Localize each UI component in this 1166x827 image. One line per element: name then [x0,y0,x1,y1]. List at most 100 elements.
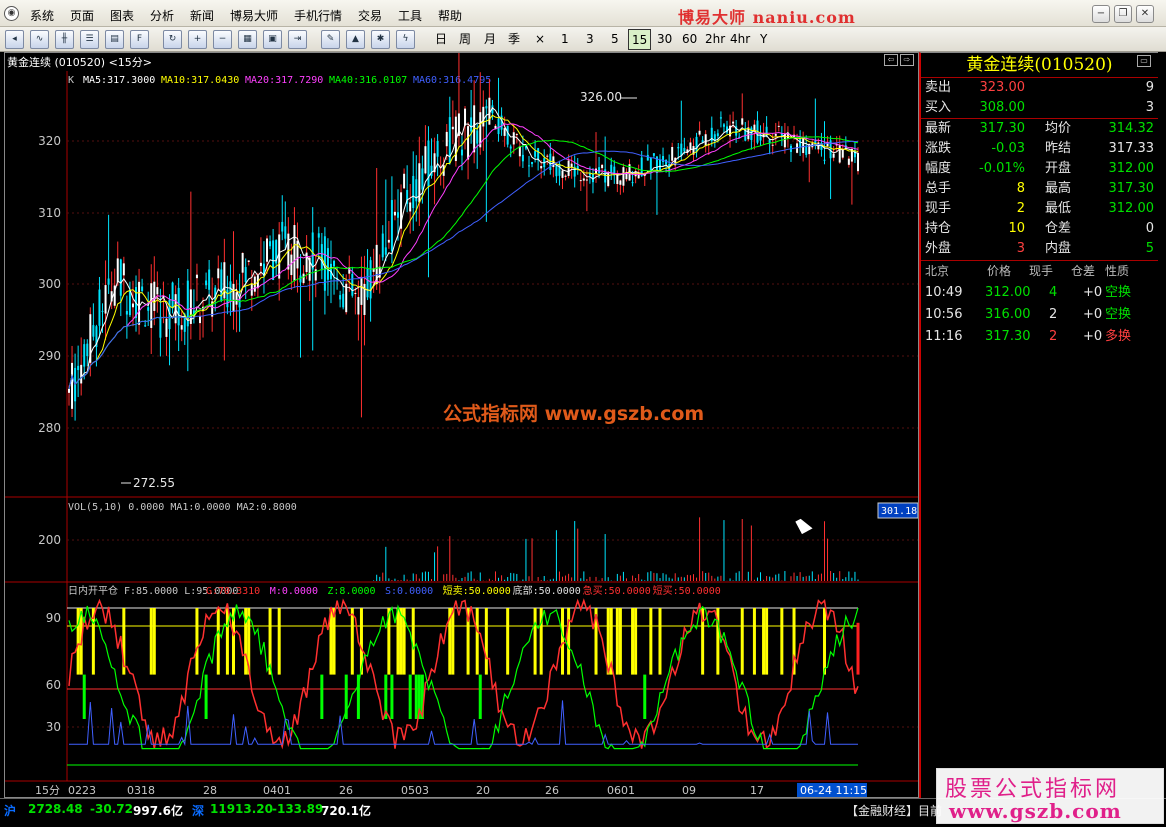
quote-list-icon[interactable]: ☰ [80,30,99,49]
draw-line-icon[interactable]: ✎ [321,30,340,49]
candle-body [567,160,570,176]
menu-bar: ◉ 系统 页面 图表 分析 新闻 博易大师 手机行情 交易 工具 帮助 博易大师… [0,0,1166,27]
minimize-icon[interactable]: − [1092,5,1110,23]
menu-news[interactable]: 新闻 [190,7,214,24]
candle-body [281,221,284,232]
indicator-icon[interactable]: ▦ [238,30,257,49]
news-ticker[interactable]: 【金融财经】目前 [846,802,942,819]
quote-value: 312.00 [1108,201,1155,216]
line-chart-icon[interactable]: ∿ [30,30,49,49]
period-season[interactable]: 季 [505,29,523,50]
tick-time: 11:16 [925,329,963,344]
candle-body [217,268,220,279]
quote-label: 总手 [925,181,952,196]
period-day[interactable]: 日 [432,29,450,50]
kline-icon[interactable]: ╫ [55,30,74,49]
panel-toggle-icon[interactable]: ▭ [1137,55,1151,67]
candle-body [278,234,281,279]
system-menu-icon[interactable]: ◉ [4,6,19,21]
alert-bell-icon[interactable]: ▲ [346,30,365,49]
zoom-in-icon[interactable]: + [188,30,207,49]
candle-body [546,155,549,157]
f10-icon[interactable]: F [130,30,149,49]
chart-area[interactable]: 320 310 300 290 280 200 90 60 30 K MA5:3… [4,52,919,798]
chart-canvas[interactable]: 320 310 300 290 280 200 90 60 30 K MA5:3… [5,53,918,797]
template-icon[interactable]: ▣ [263,30,282,49]
tick-price: 317.30 [985,329,1031,344]
scroll-right-icon[interactable]: ⇨ [900,54,914,66]
period-week[interactable]: 周 [456,29,474,50]
menu-tools[interactable]: 工具 [398,7,422,24]
candle-body [125,311,128,315]
period-60min[interactable]: 60 [679,29,700,50]
candle-body [732,121,735,124]
candle-body [397,212,400,218]
candle-body [293,225,296,282]
report-icon[interactable]: ▤ [105,30,124,49]
candle-body [360,277,363,305]
candle-body [92,325,95,337]
scroll-left-icon[interactable]: ⇦ [884,54,898,66]
candle-body [119,259,122,296]
toolbar: ◂ ∿ ╫ ☰ ▤ F ↻ + − ▦ ▣ ⇥ ✎ ▲ ✱ ϟ 日 周 月 季 … [0,27,1166,52]
menu-analysis[interactable]: 分析 [150,7,174,24]
period-5min[interactable]: 5 [608,29,622,50]
vol-legend: VOL(5,10) 0.0000 MA1:0.0000 MA2:0.8000 [68,502,297,513]
period-multiply[interactable]: × [532,29,548,50]
tick-row: 11:16 317.30 2 +0 多换 [921,327,1158,347]
candle-body [515,134,518,136]
tick-header: 北京 [925,264,950,278]
quote-label: 均价 [1045,121,1072,136]
ind-bar [506,608,510,675]
period-2hr[interactable]: 2hr [702,29,728,50]
candle-body [116,258,119,283]
period-month[interactable]: 月 [481,29,499,50]
menu-trade[interactable]: 交易 [358,7,382,24]
quote-value: 312.00 [1108,161,1155,176]
candle-body [403,173,406,189]
menu-help[interactable]: 帮助 [438,7,462,24]
high-mark: 326.00 [580,90,622,104]
quote-value: 317.33 [1108,141,1155,156]
quote-value: 2 [1016,201,1025,216]
menu-mobile[interactable]: 手机行情 [294,7,342,24]
period-3min[interactable]: 3 [583,29,597,50]
menu-page[interactable]: 页面 [70,7,94,24]
flash-icon[interactable]: ϟ [396,30,415,49]
brand-title: 博易大师 naniu.com [678,8,856,27]
candle-body [369,260,372,299]
period-year[interactable]: Y [757,29,770,50]
candle-body [774,133,777,136]
candle-body [71,362,74,409]
candle-body [180,325,183,330]
candle-body [671,147,674,161]
price-tick: 280 [38,421,61,435]
menu-chart[interactable]: 图表 [110,7,134,24]
close-icon[interactable]: ✕ [1136,5,1154,23]
refresh-icon[interactable]: ↻ [163,30,182,49]
menu-system[interactable]: 系统 [30,7,54,24]
zoom-out-icon[interactable]: − [213,30,232,49]
plugin-icon[interactable]: ✱ [371,30,390,49]
sh-amount: 997.6亿 [133,804,183,818]
menu-boyi[interactable]: 博易大师 [230,7,278,24]
candle-body [424,146,427,174]
ma40-legend: MA40:316.0107 [329,75,407,86]
ma5-legend: MA5:317.3000 [83,75,155,86]
export-icon[interactable]: ⇥ [288,30,307,49]
tick-time: 10:56 [925,307,963,322]
candle-body [658,159,661,170]
sell-vol: 9 [1145,80,1154,95]
restore-icon[interactable]: ❐ [1114,5,1132,23]
period-1min[interactable]: 1 [558,29,572,50]
candle-body [719,117,722,119]
period-30min[interactable]: 30 [654,29,675,50]
tick-price: 316.00 [985,307,1031,322]
back-icon[interactable]: ◂ [5,30,24,49]
period-15min[interactable]: 15 [628,29,652,50]
x-period-label: 15分 [35,784,60,797]
ind-bar [152,608,156,675]
candle-body [497,118,500,135]
candle-body [354,292,357,294]
period-4hr[interactable]: 4hr [727,29,753,50]
